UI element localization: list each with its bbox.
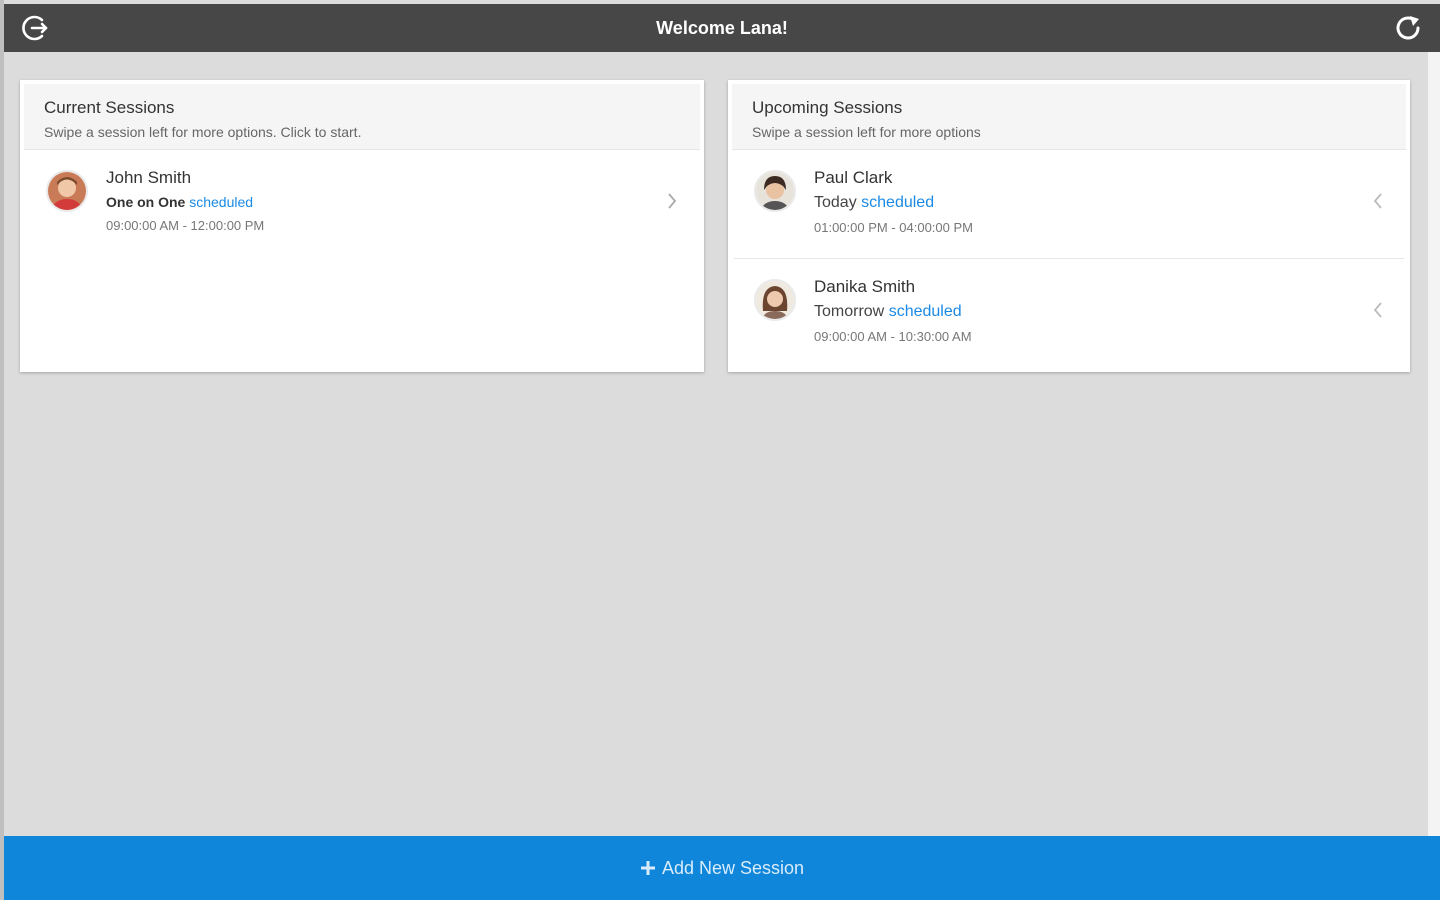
add-new-session-label: Add New Session bbox=[661, 857, 805, 878]
session-day-line: Tomorrow scheduled bbox=[814, 303, 1404, 321]
chevron-right-icon bbox=[664, 190, 680, 212]
avatar bbox=[754, 279, 796, 321]
session-name: John Smith bbox=[106, 168, 192, 187]
chevron-left-icon bbox=[1370, 190, 1386, 212]
plus-icon bbox=[640, 861, 655, 875]
upcoming-sessions-header: Upcoming Sessions Swipe a session left f… bbox=[732, 84, 1406, 150]
current-sessions-hint: Swipe a session left for more options. C… bbox=[44, 124, 362, 140]
session-day: Today bbox=[814, 194, 857, 211]
session-row-paul-clark[interactable]: Paul Clark Today scheduled 01:00:00 PM -… bbox=[734, 150, 1404, 258]
page-title: Welcome Lana! bbox=[656, 17, 788, 38]
window-edge bbox=[0, 0, 4, 900]
session-row-john-smith[interactable]: John Smith One on One scheduled 09:00:00… bbox=[26, 150, 698, 258]
session-time: 09:00:00 AM - 12:00:00 PM bbox=[106, 218, 265, 233]
current-sessions-card: Current Sessions Swipe a session left fo… bbox=[20, 80, 704, 372]
current-sessions-title: Current Sessions bbox=[44, 98, 175, 117]
session-name: Danika Smith bbox=[814, 277, 916, 296]
scroll-track bbox=[1428, 52, 1440, 836]
session-day-line: Today scheduled bbox=[814, 194, 1404, 212]
session-status: scheduled bbox=[189, 194, 254, 210]
session-time: 09:00:00 AM - 10:30:00 AM bbox=[814, 329, 972, 344]
add-new-session-content: Add New Session bbox=[640, 858, 804, 879]
logout-icon bbox=[22, 15, 48, 41]
avatar bbox=[754, 170, 796, 212]
chevron-left-icon bbox=[1370, 299, 1386, 321]
session-status: scheduled bbox=[861, 194, 935, 211]
session-name: Paul Clark bbox=[814, 168, 893, 187]
upcoming-sessions-card: Upcoming Sessions Swipe a session left f… bbox=[728, 80, 1410, 372]
current-sessions-header: Current Sessions Swipe a session left fo… bbox=[24, 84, 700, 150]
refresh-icon bbox=[1396, 16, 1420, 40]
session-day: Tomorrow bbox=[814, 303, 885, 320]
app-root: Welcome Lana! Current Sessions Swipe a s… bbox=[0, 0, 1440, 900]
session-type: One on One bbox=[106, 194, 186, 210]
session-status: scheduled bbox=[888, 303, 962, 320]
upcoming-sessions-hint: Swipe a session left for more options bbox=[752, 124, 981, 140]
session-row-danika-smith[interactable]: Danika Smith Tomorrow scheduled 09:00:00… bbox=[734, 258, 1404, 366]
refresh-button[interactable] bbox=[1390, 10, 1426, 46]
session-type-line: One on One scheduled bbox=[106, 194, 698, 210]
avatar bbox=[46, 170, 88, 212]
upcoming-sessions-title: Upcoming Sessions bbox=[752, 98, 903, 117]
add-new-session-button[interactable]: Add New Session bbox=[4, 836, 1440, 900]
top-bar: Welcome Lana! bbox=[4, 4, 1440, 52]
session-time: 01:00:00 PM - 04:00:00 PM bbox=[814, 220, 973, 235]
logout-button[interactable] bbox=[18, 10, 54, 46]
